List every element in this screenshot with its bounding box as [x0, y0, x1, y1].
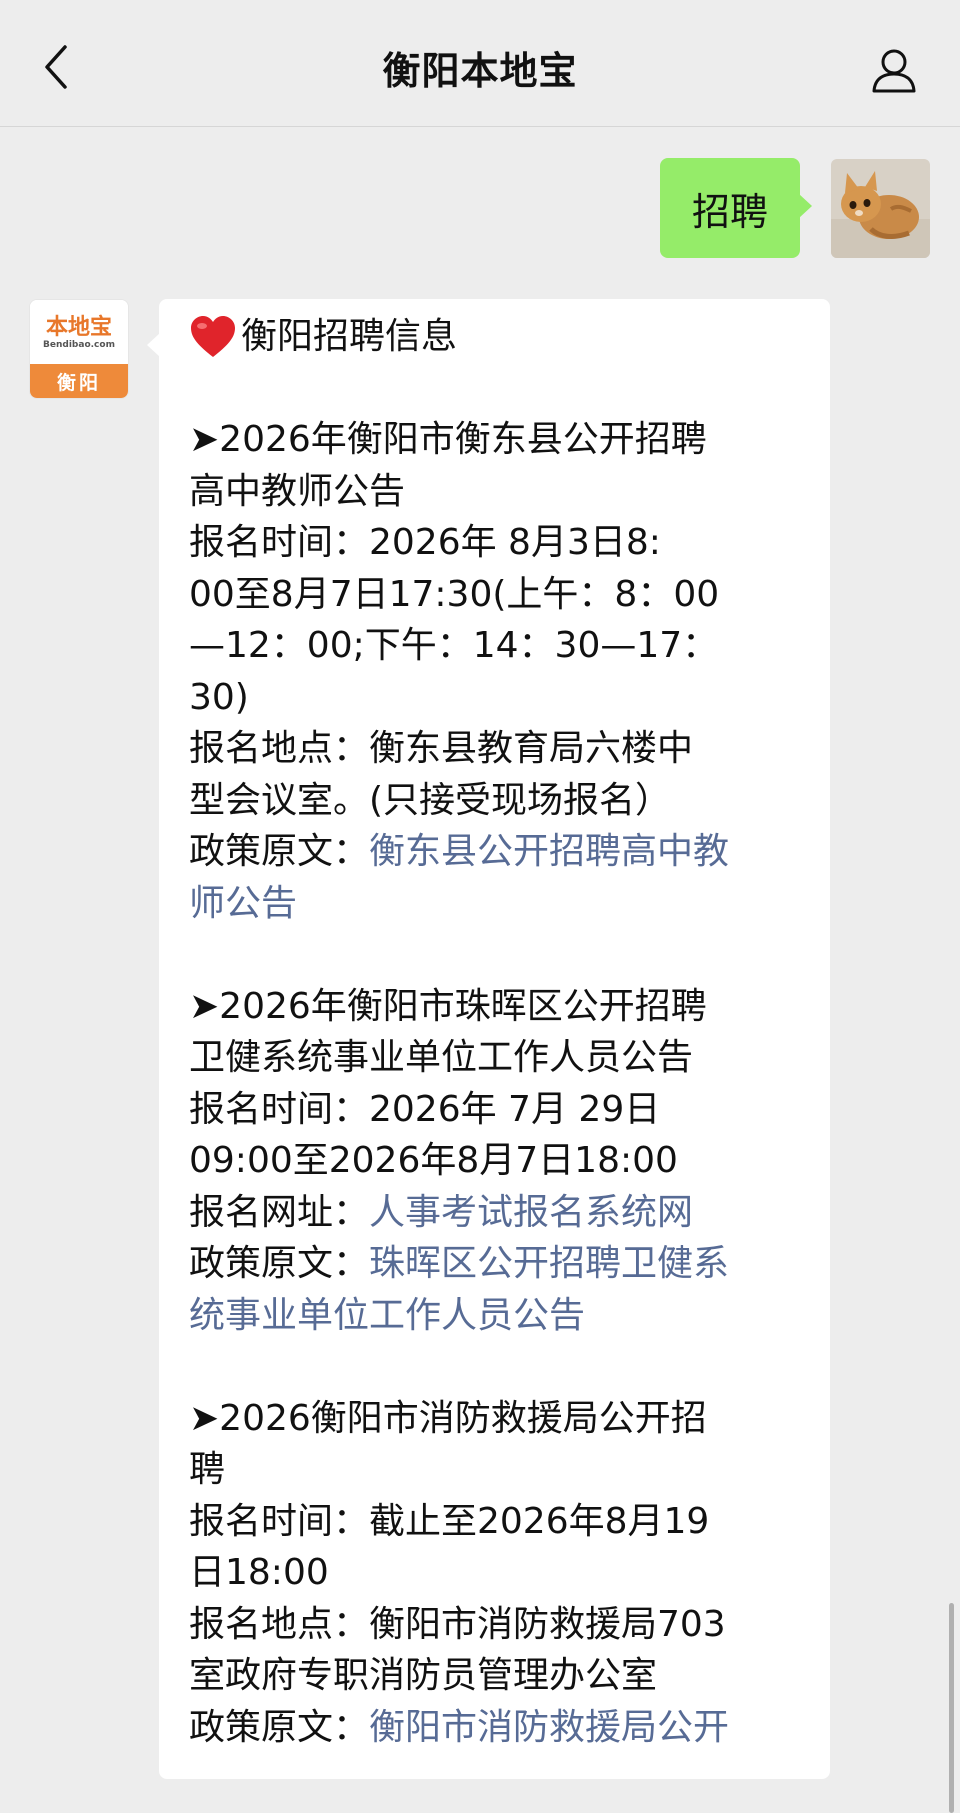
signup-time-line: 日18:00 — [189, 1552, 329, 1593]
site-link[interactable]: 人事考试报名系统网 — [369, 1192, 693, 1233]
policy-line: 政策原文：衡阳市消防救援局公开 — [189, 1702, 810, 1754]
navigation-bar: 衡阳本地宝 — [0, 0, 960, 127]
policy-label: 政策原文： — [189, 1243, 370, 1284]
signup-place-line: 报名地点：衡东县教育局六楼中 — [189, 728, 694, 769]
policy-link[interactable]: 衡东县公开招聘高中教 — [369, 831, 729, 872]
policy-link[interactable]: 衡阳市消防救援局公开 — [369, 1707, 729, 1748]
policy-link[interactable]: 师公告 — [189, 878, 810, 930]
signup-site-line: 报名网址：人事考试报名系统网 — [189, 1187, 810, 1239]
person-icon — [872, 49, 916, 93]
job-title-line: ➤2026衡阳市消防救援局公开招 — [189, 1397, 707, 1439]
signup-time-line: —12：00;下午：14：30—17： — [189, 625, 719, 666]
outgoing-message[interactable]: 招聘 — [660, 158, 812, 258]
job-title-line: 高中教师公告 — [189, 470, 406, 512]
signup-place-line: 型会议室。(只接受现场报名） — [189, 779, 672, 821]
scrollbar[interactable] — [949, 1603, 954, 1813]
job-title-line: 聘 — [189, 1449, 226, 1490]
account-avatar[interactable]: 本地宝 Bendibao.com 衡阳 — [29, 299, 129, 399]
signup-time-line: 报名时间：2026年 7月 29日 — [189, 1088, 661, 1130]
cat-photo-icon — [831, 159, 930, 258]
signup-place-line: 室政府专职消防员管理办公室 — [189, 1655, 658, 1696]
message-heading: 衡阳招聘信息 — [189, 311, 810, 363]
incoming-message[interactable]: 衡阳招聘信息 ➤2026年衡阳市衡东县公开招聘 高中教师公告 报名时间：2026… — [147, 299, 830, 1779]
signup-time-line: 09:00至2026年8月7日18:00 — [189, 1140, 678, 1181]
job-item: ➤2026年衡阳市珠晖区公开招聘 卫健系统事业单位工作人员公告 报名时间：202… — [189, 981, 810, 1342]
page-title: 衡阳本地宝 — [382, 49, 578, 93]
policy-line: 政策原文：衡东县公开招聘高中教 — [189, 826, 810, 878]
policy-link[interactable]: 珠晖区公开招聘卫健系 — [369, 1243, 729, 1284]
signup-time-line: 00至8月7日17:30(上午：8：00 — [189, 573, 720, 615]
job-title-line: 卫健系统事业单位工作人员公告 — [189, 1037, 694, 1078]
logo-domain-text: Bendibao.com — [43, 340, 115, 350]
signup-time-line: 30) — [189, 676, 249, 718]
job-item: ➤2026衡阳市消防救援局公开招 聘 报名时间：截止至2026年8月19 日18… — [189, 1393, 810, 1754]
job-title-line: ➤2026年衡阳市珠晖区公开招聘 — [189, 985, 707, 1027]
signup-place-line: 报名地点：衡阳市消防救援局703 — [189, 1603, 726, 1645]
red-heart-icon — [191, 315, 235, 357]
profile-button[interactable] — [866, 42, 922, 98]
user-avatar[interactable] — [831, 159, 930, 258]
bendibao-logo: 本地宝 Bendibao.com — [30, 300, 128, 366]
job-title-line: ➤2026年衡阳市衡东县公开招聘 — [189, 419, 707, 460]
policy-link[interactable]: 统事业单位工作人员公告 — [189, 1290, 810, 1342]
signup-time-line: 报名时间：2026年 8月3日8: — [189, 522, 661, 563]
logo-city-text: 衡阳 — [30, 364, 128, 398]
policy-label: 政策原文： — [189, 831, 370, 872]
job-item: ➤2026年衡阳市衡东县公开招聘 高中教师公告 报名时间：2026年 8月3日8… — [189, 414, 810, 929]
policy-label: 政策原文： — [189, 1706, 370, 1748]
heading-text: 衡阳招聘信息 — [241, 316, 458, 357]
site-label: 报名网址： — [189, 1191, 370, 1233]
logo-brand-text: 本地宝 — [45, 314, 112, 340]
policy-line: 政策原文：珠晖区公开招聘卫健系 — [189, 1238, 810, 1290]
chat-area[interactable]: 招聘 本地宝 Bendibao.com 衡阳 衡阳招聘信息 ➤2026年衡阳市衡… — [0, 127, 960, 1813]
signup-time-line: 报名时间：截止至2026年8月19 — [189, 1500, 710, 1542]
